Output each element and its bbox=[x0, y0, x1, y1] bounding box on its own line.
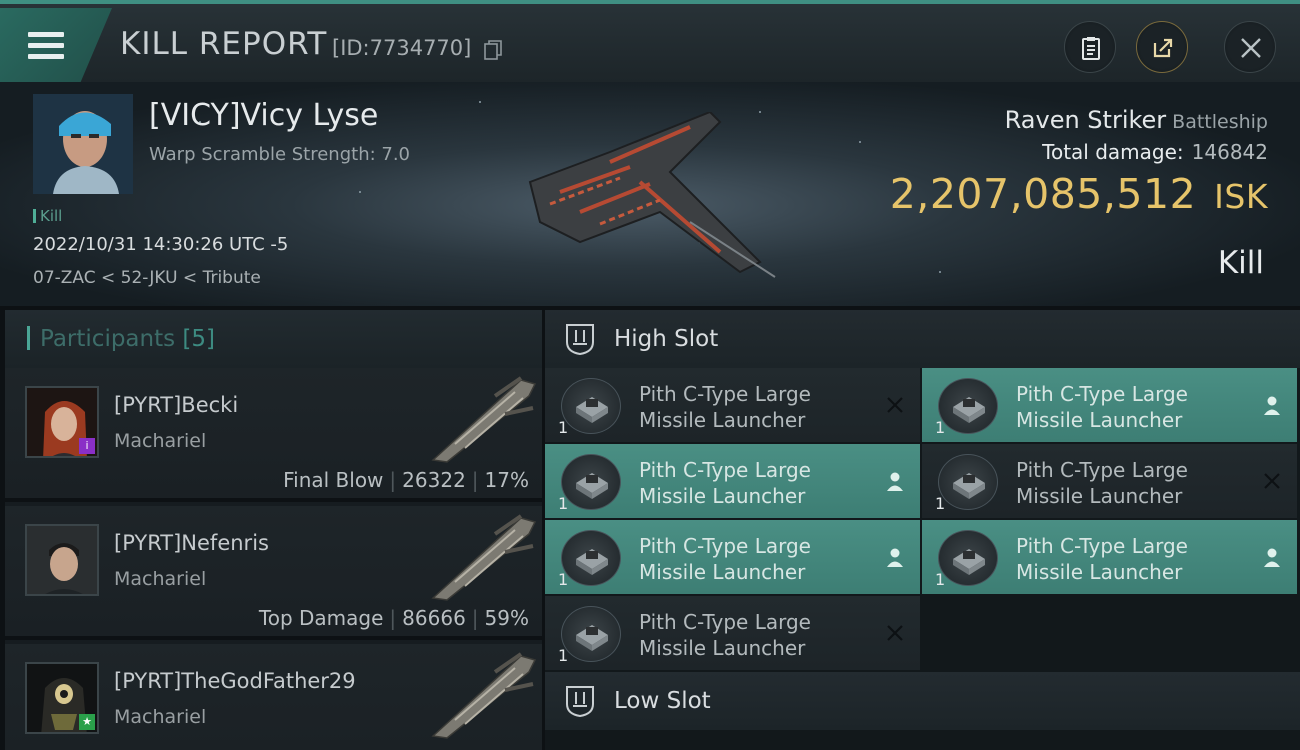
module-item[interactable]: 1 Pith C-Type Large Missile Launcher bbox=[922, 444, 1297, 518]
victim-ship-image[interactable] bbox=[520, 112, 780, 282]
participant-name[interactable]: [PYRT]Becki bbox=[114, 393, 238, 417]
module-name: Pith C-Type Large Missile Launcher bbox=[1016, 458, 1188, 508]
kill-datetime: 2022/10/31 14:30:26 UTC -5 bbox=[33, 234, 289, 255]
close-icon bbox=[887, 397, 903, 413]
character-portrait-icon bbox=[33, 94, 133, 194]
person-icon bbox=[887, 472, 903, 491]
page-title: KILL REPORT bbox=[120, 26, 328, 62]
missile-launcher-icon bbox=[561, 378, 621, 434]
missile-launcher-icon bbox=[938, 454, 998, 510]
participant-row[interactable]: ★ [PYRT]TheGodFather29 Machariel bbox=[5, 644, 542, 750]
high-slot-header: High Slot bbox=[545, 310, 1300, 368]
star-badge-icon: ★ bbox=[79, 714, 95, 730]
close-button[interactable] bbox=[1224, 21, 1276, 73]
participant-portrait[interactable] bbox=[25, 524, 99, 596]
copy-icon[interactable] bbox=[483, 39, 503, 61]
participant-ship: Machariel bbox=[114, 430, 207, 452]
info-badge-icon: i bbox=[79, 438, 95, 454]
module-name: Pith C-Type Large Missile Launcher bbox=[639, 458, 811, 508]
warp-scramble-strength: Warp Scramble Strength: 7.0 bbox=[149, 144, 411, 165]
total-damage: Total damage: 146842 bbox=[1042, 140, 1268, 164]
share-button[interactable] bbox=[1136, 21, 1188, 73]
module-item[interactable]: 1 Pith C-Type Large Missile Launcher bbox=[545, 596, 920, 670]
module-quantity: 1 bbox=[935, 570, 946, 589]
low-slot-icon bbox=[566, 686, 594, 718]
person-icon bbox=[887, 548, 903, 567]
participants-panel: Participants [5] i [PYRT]Becki Machariel… bbox=[5, 310, 542, 750]
result-label: Kill bbox=[1217, 245, 1264, 281]
module-quantity: 1 bbox=[558, 646, 569, 665]
kill-location[interactable]: 07-ZAC < 52-JKU < Tribute bbox=[33, 268, 261, 288]
participants-header: Participants [5] bbox=[5, 310, 542, 368]
hamburger-menu-icon[interactable] bbox=[28, 32, 64, 62]
person-icon bbox=[1264, 548, 1280, 567]
module-name: Pith C-Type Large Missile Launcher bbox=[639, 382, 811, 432]
low-slot-header: Low Slot bbox=[545, 672, 1300, 730]
victim-portrait[interactable] bbox=[33, 94, 133, 194]
participant-ship: Machariel bbox=[114, 568, 207, 590]
kill-tag: Kill bbox=[33, 207, 62, 225]
module-quantity: 1 bbox=[558, 418, 569, 437]
close-icon bbox=[1241, 38, 1261, 58]
participant-ship-image[interactable] bbox=[425, 650, 537, 740]
isk-value: 2,207,085,512 ISK bbox=[889, 170, 1268, 218]
module-quantity: 1 bbox=[935, 494, 946, 513]
participant-ship: Machariel bbox=[114, 706, 207, 728]
fitting-panel: High Slot 1 Pith C-Type Large Missile Laun… bbox=[545, 310, 1300, 750]
participant-ship-image[interactable] bbox=[425, 374, 537, 464]
character-portrait-icon bbox=[27, 526, 97, 594]
module-quantity: 1 bbox=[558, 494, 569, 513]
missile-launcher-icon bbox=[561, 606, 621, 662]
module-name: Pith C-Type Large Missile Launcher bbox=[1016, 382, 1188, 432]
missile-launcher-icon bbox=[561, 454, 621, 510]
close-icon bbox=[887, 625, 903, 641]
missile-launcher-icon bbox=[938, 530, 998, 586]
report-id: [ID:7734770] bbox=[332, 36, 472, 60]
clipboard-icon bbox=[1082, 37, 1100, 60]
missile-launcher-icon bbox=[561, 530, 621, 586]
title-bar: KILL REPORT [ID:7734770] bbox=[0, 0, 1300, 82]
victim-ship-name[interactable]: Raven Striker Battleship bbox=[1005, 106, 1268, 134]
participant-row[interactable]: [PYRT]Nefenris Machariel Top Damage | 8666… bbox=[5, 506, 542, 640]
menu-button[interactable] bbox=[0, 8, 112, 82]
participant-portrait[interactable]: ★ bbox=[25, 662, 99, 734]
high-slot-icon bbox=[566, 324, 594, 356]
module-name: Pith C-Type Large Missile Launcher bbox=[639, 610, 811, 660]
participant-portrait[interactable]: i bbox=[25, 386, 99, 458]
module-item[interactable]: 1 Pith C-Type Large Missile Launcher bbox=[922, 520, 1297, 594]
participant-name[interactable]: [PYRT]Nefenris bbox=[114, 531, 269, 555]
participant-stats: Final Blow | 26322 | 17% bbox=[283, 468, 529, 492]
participant-name[interactable]: [PYRT]TheGodFather29 bbox=[114, 669, 356, 693]
person-icon bbox=[1264, 396, 1280, 415]
participant-row[interactable]: i [PYRT]Becki Machariel Final Blow | 26322… bbox=[5, 368, 542, 502]
module-item[interactable]: 1 Pith C-Type Large Missile Launcher bbox=[545, 368, 920, 442]
module-name: Pith C-Type Large Missile Launcher bbox=[639, 534, 811, 584]
missile-launcher-icon bbox=[938, 378, 998, 434]
module-quantity: 1 bbox=[935, 418, 946, 437]
victim-banner: [VICY]Vicy Lyse Warp Scramble Strength: … bbox=[0, 82, 1300, 306]
clipboard-button[interactable] bbox=[1064, 21, 1116, 73]
victim-name[interactable]: [VICY]Vicy Lyse bbox=[149, 98, 378, 133]
module-item[interactable]: 1 Pith C-Type Large Missile Launcher bbox=[922, 368, 1297, 442]
participant-stats: Top Damage | 86666 | 59% bbox=[258, 606, 529, 630]
module-item[interactable]: 1 Pith C-Type Large Missile Launcher bbox=[545, 444, 920, 518]
module-quantity: 1 bbox=[558, 570, 569, 589]
share-icon bbox=[1153, 38, 1173, 58]
close-icon bbox=[1264, 473, 1280, 489]
module-name: Pith C-Type Large Missile Launcher bbox=[1016, 534, 1188, 584]
module-item[interactable]: 1 Pith C-Type Large Missile Launcher bbox=[545, 520, 920, 594]
participant-ship-image[interactable] bbox=[425, 512, 537, 602]
